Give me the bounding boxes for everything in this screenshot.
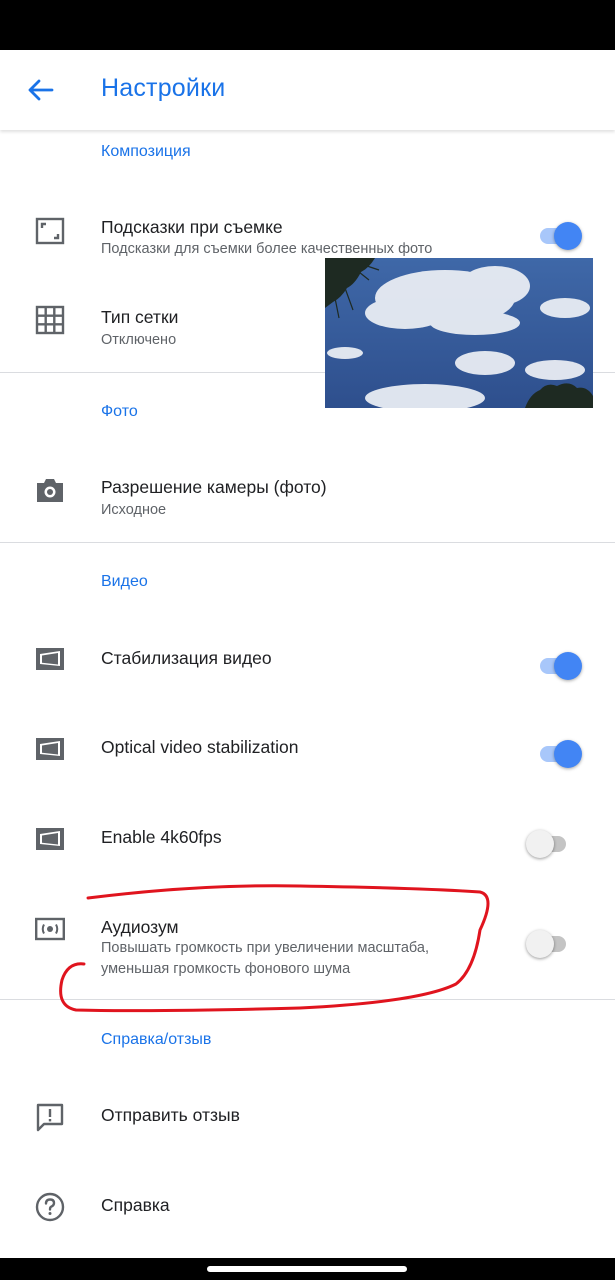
frame-icon — [34, 215, 66, 247]
arrow-back-icon — [28, 79, 54, 101]
setting-enable-4k60fps[interactable]: Enable 4k60fps — [0, 805, 615, 885]
setting-title: Подсказки при съемке — [101, 217, 283, 237]
shooting-tips-toggle[interactable] — [536, 219, 582, 253]
camera-icon — [34, 474, 66, 506]
setting-title: Разрешение камеры (фото) — [101, 477, 327, 497]
section-header-composition: Композиция — [101, 143, 191, 160]
setting-title: Справка — [101, 1195, 170, 1215]
grid-icon — [34, 304, 66, 336]
setting-video-stabilization[interactable]: Стабилизация видео — [0, 625, 615, 705]
divider — [0, 542, 615, 543]
divider — [0, 999, 615, 1000]
setting-send-feedback[interactable]: Отправить отзыв — [0, 1075, 615, 1155]
feedback-icon — [34, 1101, 66, 1133]
home-gesture-handle[interactable] — [207, 1266, 407, 1272]
video-stabilization-toggle[interactable] — [536, 649, 582, 683]
setting-title: Аудиозум — [101, 917, 179, 937]
sky-photo-overlay — [325, 258, 593, 408]
setting-camera-resolution[interactable]: Разрешение камеры (фото) Исходное — [0, 450, 615, 530]
setting-help[interactable]: Справка — [0, 1165, 615, 1245]
setting-audio-zoom[interactable]: Аудиозум Повышать громкость при увеличен… — [0, 895, 615, 995]
video-frame-icon — [34, 733, 66, 765]
video-frame-icon — [34, 643, 66, 675]
setting-subtitle: Исходное — [101, 502, 167, 518]
optical-stabilization-toggle[interactable] — [536, 737, 582, 771]
back-button[interactable] — [18, 68, 62, 112]
setting-title: Стабилизация видео — [101, 648, 272, 668]
setting-subtitle: Подсказки для съемки более качественных … — [101, 241, 433, 257]
setting-title: Optical video stabilization — [101, 737, 299, 757]
enable-4k60fps-toggle[interactable] — [526, 827, 572, 861]
help-icon — [34, 1191, 66, 1223]
page-title: Настройки — [101, 74, 226, 102]
setting-title: Enable 4k60fps — [101, 827, 222, 847]
navigation-bar — [0, 1258, 615, 1280]
setting-subtitle: Повышать громкость при увеличении масшта… — [101, 940, 429, 977]
section-header-photo: Фото — [101, 403, 138, 420]
section-header-help: Справка/отзыв — [101, 1031, 212, 1048]
setting-title: Отправить отзыв — [101, 1105, 240, 1125]
audio-zoom-toggle[interactable] — [526, 927, 572, 961]
audio-zoom-icon — [34, 913, 66, 945]
section-header-video: Видео — [101, 573, 148, 590]
setting-optical-stabilization[interactable]: Optical video stabilization — [0, 715, 615, 795]
setting-title: Тип сетки — [101, 307, 179, 327]
video-frame-icon — [34, 823, 66, 855]
status-bar — [0, 0, 615, 50]
app-bar: Настройки — [0, 50, 615, 130]
